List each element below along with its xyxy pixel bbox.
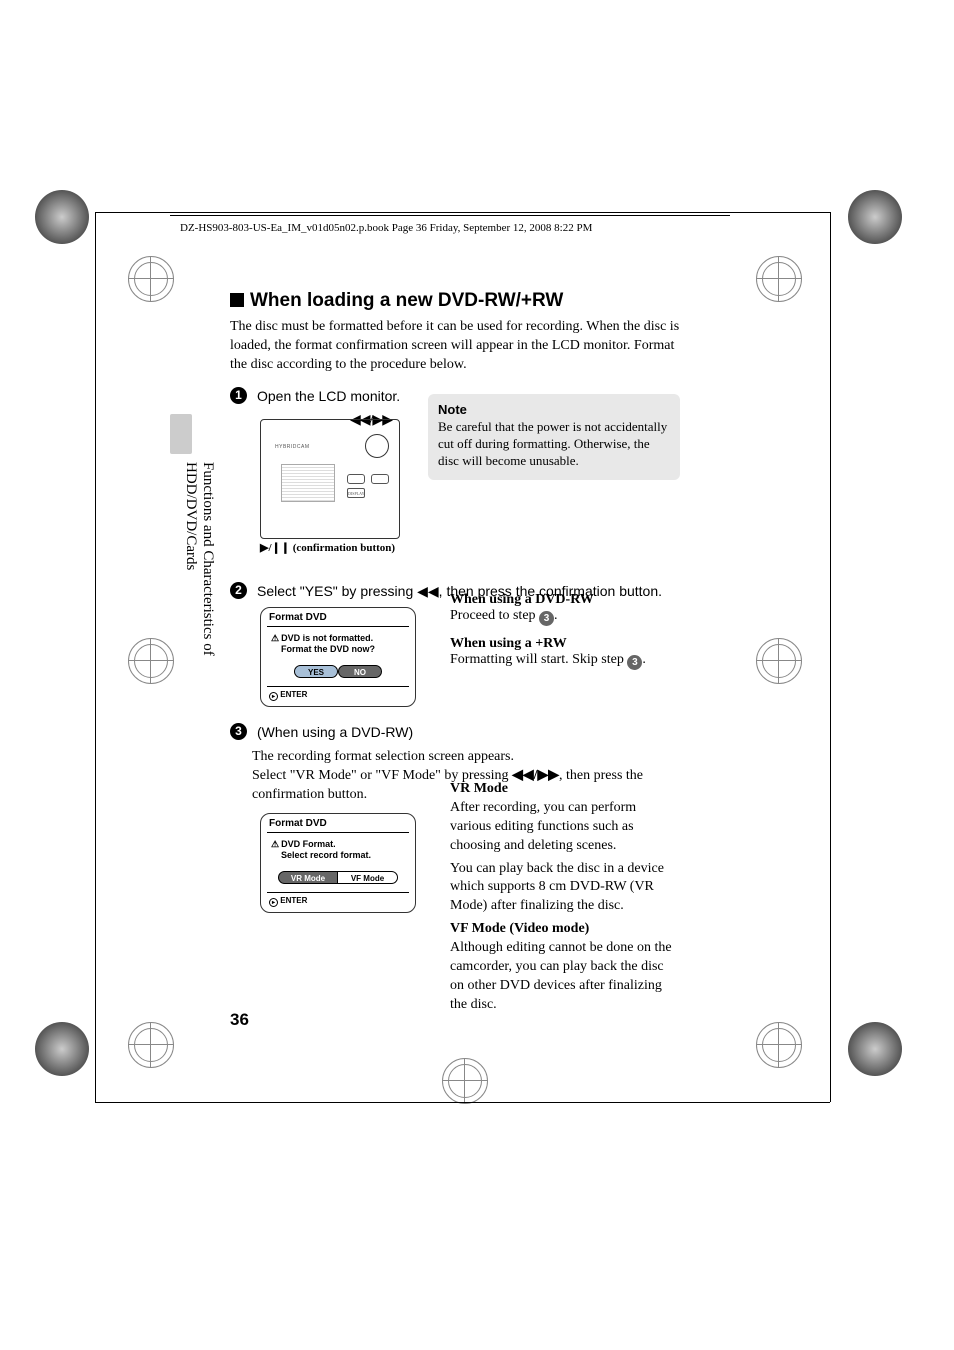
dialog-line1: DVD is not formatted.	[281, 633, 373, 643]
vf-mode-title: VF Mode (Video mode)	[450, 920, 680, 939]
vf-mode-option: VF Mode	[338, 871, 398, 884]
heading-bullet-icon	[230, 293, 244, 307]
intro-paragraph: The disc must be formatted before it can…	[230, 318, 690, 375]
registration-crosshair	[756, 638, 802, 684]
format-mode-dialog: Format DVD ⚠DVD Format. Select record fo…	[260, 813, 416, 913]
step-number-icon: 1	[230, 387, 247, 404]
frame-line	[95, 212, 96, 1102]
device-brand-label: HYBRIDCAM	[275, 444, 310, 450]
enter-label: ENTER	[280, 896, 307, 905]
registration-crosshair	[442, 1058, 488, 1104]
dialog-body: ⚠DVD Format. Select record format.	[261, 839, 415, 868]
step3-para1: The recording format selection screen ap…	[252, 748, 690, 767]
enter-icon: ▸	[269, 898, 278, 907]
device-display-button: DISPLAY	[347, 488, 365, 498]
device-button-icon	[347, 474, 365, 484]
mode-descriptions: VR Mode After recording, you can perform…	[450, 780, 680, 1019]
frame-line	[95, 1102, 830, 1103]
section-heading: When loading a new DVD-RW/+RW	[230, 290, 690, 312]
page-number: 36	[230, 1010, 249, 1030]
enter-label: ENTER	[280, 690, 307, 699]
dialog-line2: Format the DVD now?	[281, 644, 375, 654]
proceed-text: Proceed to step	[450, 608, 539, 623]
dialog-line1: DVD Format.	[281, 839, 336, 849]
note-body: Be careful that the power is not acciden…	[438, 419, 670, 470]
frame-line	[95, 212, 830, 213]
note-callout: Note Be careful that the power is not ac…	[428, 394, 680, 480]
step-ref-icon: 3	[539, 611, 554, 626]
play-pause-icon: ▶/❙❙	[260, 542, 290, 554]
step-number-icon: 3	[230, 723, 247, 740]
dialog-title: Format DVD	[261, 608, 415, 623]
registration-mark	[35, 190, 89, 244]
header-rule	[170, 215, 730, 216]
step-number-icon: 2	[230, 582, 247, 599]
enter-icon: ▸	[269, 692, 278, 701]
registration-crosshair	[756, 256, 802, 302]
warning-icon: ⚠	[271, 633, 279, 645]
step-3: 3 (When using a DVD-RW)	[230, 723, 690, 742]
dvd-rw-body: Proceed to step 3.	[450, 608, 680, 626]
section-side-label: Functions and Characteristics of HDD/DVD…	[196, 462, 216, 762]
step-ref-icon: 3	[627, 655, 642, 670]
dialog-footer: ▸ ENTER	[267, 686, 409, 706]
lcd-screen-icon	[281, 464, 335, 502]
registration-mark	[848, 190, 902, 244]
registration-crosshair	[128, 1022, 174, 1068]
vr-mode-option: VR Mode	[278, 871, 338, 884]
device-button-icon	[371, 474, 389, 484]
yes-button: YES	[294, 665, 338, 678]
page-header: DZ-HS903-803-US-Ea_IM_v01d05n02.p.book P…	[180, 222, 592, 234]
period: .	[642, 652, 646, 667]
no-button: NO	[338, 665, 382, 678]
registration-mark	[848, 1022, 902, 1076]
vr-mode-title: VR Mode	[450, 780, 680, 799]
lens-icon	[365, 434, 389, 458]
dvd-rw-heading: When using a DVD-RW	[450, 592, 680, 608]
dialog-footer: ▸ ENTER	[267, 892, 409, 912]
registration-crosshair	[128, 256, 174, 302]
dialog-line2: Select record format.	[281, 850, 371, 860]
vf-mode-p: Although editing cannot be done on the c…	[450, 939, 680, 1015]
format-dvd-dialog: Format DVD ⚠DVD is not formatted. Format…	[260, 607, 416, 707]
vr-mode-p2: You can play back the disc in a device w…	[450, 860, 680, 917]
dialog-divider	[267, 832, 409, 833]
dialog-title: Format DVD	[261, 814, 415, 829]
camcorder-illustration: HYBRIDCAM DISPLAY	[260, 419, 400, 539]
heading-text: When loading a new DVD-RW/+RW	[250, 290, 563, 311]
dialog-segmented: VR ModeVF Mode	[261, 868, 415, 886]
skip-text: Formatting will start. Skip step	[450, 652, 627, 667]
vr-mode-p1: After recording, you can perform various…	[450, 799, 680, 856]
registration-crosshair	[128, 638, 174, 684]
step2-explanation: When using a DVD-RW Proceed to step 3. W…	[450, 592, 680, 670]
section-tab	[170, 414, 192, 454]
step-3-label: (When using a DVD-RW)	[257, 724, 413, 740]
note-title: Note	[438, 402, 670, 417]
frame-line	[830, 212, 831, 1102]
registration-mark	[35, 1022, 89, 1076]
plus-rw-body: Formatting will start. Skip step 3.	[450, 652, 680, 670]
warning-icon: ⚠	[271, 839, 279, 851]
dialog-body: ⚠DVD is not formatted. Format the DVD no…	[261, 633, 415, 662]
confirmation-caption: ▶/❙❙ (confirmation button)	[260, 541, 720, 554]
dialog-divider	[267, 626, 409, 627]
confirmation-caption-text: (confirmation button)	[290, 542, 395, 554]
plus-rw-heading: When using a +RW	[450, 636, 680, 652]
dialog-buttons: YESNO	[261, 662, 415, 680]
period: .	[554, 608, 558, 623]
registration-crosshair	[756, 1022, 802, 1068]
step-1-label: Open the LCD monitor.	[257, 388, 400, 404]
